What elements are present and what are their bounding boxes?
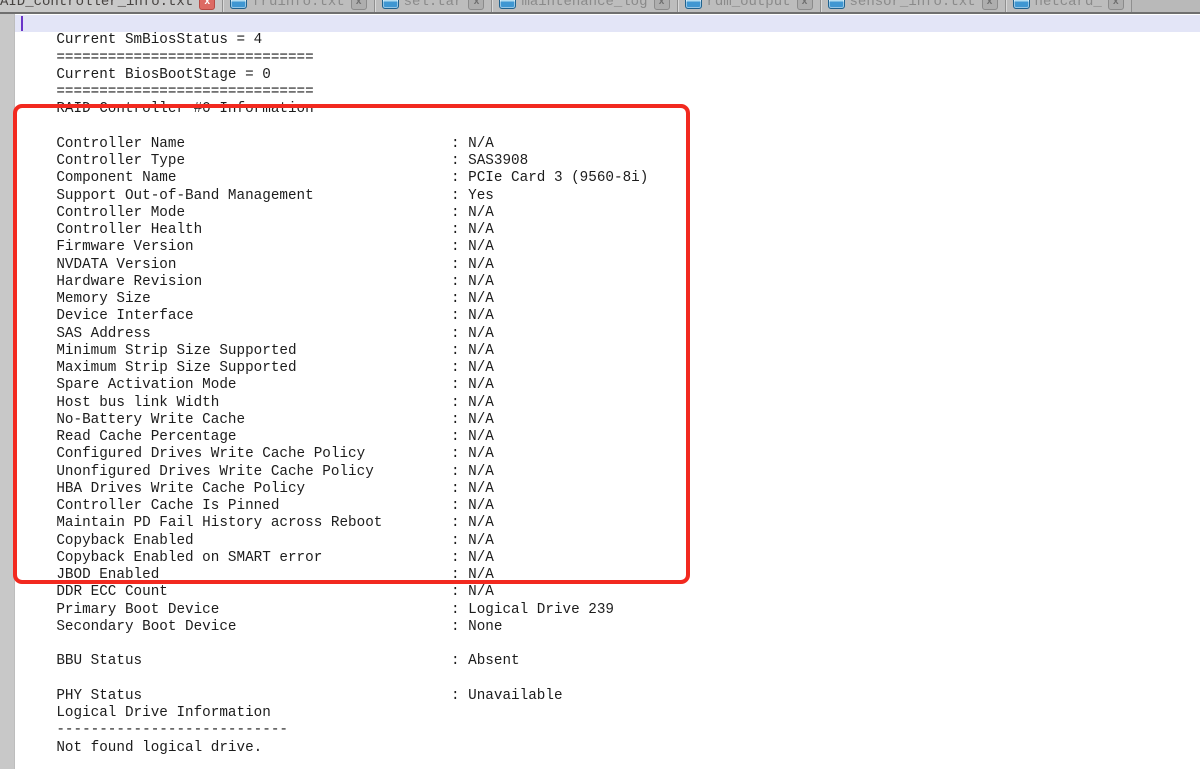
editor-line[interactable]: Read Cache Percentage : N/A xyxy=(15,412,1200,429)
editor-line[interactable]: --------------------------- xyxy=(15,705,1200,722)
editor-line[interactable]: Component Name : PCIe Card 3 (9560-8i) xyxy=(15,153,1200,170)
editor-line[interactable]: Maximum Strip Size Supported : N/A xyxy=(15,343,1200,360)
tab-netcard-[interactable]: netcard_ x xyxy=(1006,0,1132,14)
close-icon: x xyxy=(1113,0,1119,7)
close-icon: x xyxy=(659,0,665,7)
tab-close-button[interactable]: x xyxy=(797,0,813,10)
text-caret xyxy=(21,16,23,31)
editor-line[interactable]: Spare Activation Mode : N/A xyxy=(15,360,1200,377)
editor-line[interactable]: Minimum Strip Size Supported : N/A xyxy=(15,326,1200,343)
tab-close-button[interactable]: x xyxy=(351,0,367,10)
editor-line[interactable]: Copyback Enabled on SMART error : N/A xyxy=(15,533,1200,550)
file-icon xyxy=(499,0,516,9)
editor-line[interactable]: Current SmBiosStatus = 4 xyxy=(15,15,1200,32)
editor-line[interactable]: RAID Controller #0 Information xyxy=(15,84,1200,101)
editor-line[interactable]: Controller Health : N/A xyxy=(15,205,1200,222)
editor-line[interactable]: Current BiosBootStage = 0 xyxy=(15,50,1200,67)
tab-maintenance-log[interactable]: maintenance_log x xyxy=(492,0,677,14)
editor-line[interactable] xyxy=(15,101,1200,118)
tab-rdm-output[interactable]: rdm_output x xyxy=(678,0,821,14)
editor-line[interactable]: JBOD Enabled : N/A xyxy=(15,550,1200,567)
file-icon xyxy=(685,0,702,9)
editor-line[interactable]: Logical Drive Information xyxy=(15,688,1200,705)
tab-label: fruinfo.txt xyxy=(252,0,344,10)
editor-line[interactable]: SAS Address : N/A xyxy=(15,308,1200,325)
editor-line[interactable]: DDR ECC Count : N/A xyxy=(15,567,1200,584)
editor-margin xyxy=(0,14,15,769)
file-icon xyxy=(230,0,247,9)
tab-label: sel.tar xyxy=(404,0,463,10)
editor-line[interactable]: Host bus link Width : N/A xyxy=(15,377,1200,394)
editor-line[interactable]: Controller Mode : N/A xyxy=(15,188,1200,205)
file-icon xyxy=(1013,0,1030,9)
close-icon: x xyxy=(204,0,210,7)
tab-bar-inner: AID_controller_info.txt x fruinfo.txt x … xyxy=(0,0,1200,14)
editor-content[interactable]: Current SmBiosStatus = 4 ===============… xyxy=(15,14,1200,769)
editor-line[interactable] xyxy=(15,619,1200,636)
tab-sel-tar[interactable]: sel.tar x xyxy=(375,0,493,14)
editor-line[interactable]: Device Interface : N/A xyxy=(15,291,1200,308)
tab-label: sensor_info.txt xyxy=(850,0,976,10)
tab-close-button[interactable]: x xyxy=(982,0,998,10)
tab-label: netcard_ xyxy=(1035,0,1102,10)
editor-line[interactable]: Controller Type : SAS3908 xyxy=(15,136,1200,153)
tab-aid-controller-info-txt[interactable]: AID_controller_info.txt x xyxy=(0,0,223,14)
editor-line[interactable]: PHY Status : Unavailable xyxy=(15,671,1200,688)
line-text: Not found logical drive. xyxy=(56,740,262,756)
editor-line[interactable]: Firmware Version : N/A xyxy=(15,222,1200,239)
tab-label: AID_controller_info.txt xyxy=(0,0,193,10)
editor-line[interactable]: Unonfigured Drives Write Cache Policy : … xyxy=(15,446,1200,463)
tab-sensor-info-txt[interactable]: sensor_info.txt x xyxy=(821,0,1006,14)
tab-label: rdm_output xyxy=(707,0,791,10)
file-icon xyxy=(382,0,399,9)
close-icon: x xyxy=(356,0,362,7)
editor-line[interactable]: Support Out-of-Band Management : Yes xyxy=(15,170,1200,187)
editor-line[interactable] xyxy=(15,653,1200,670)
editor[interactable]: Current SmBiosStatus = 4 ===============… xyxy=(0,14,1200,769)
editor-line[interactable]: Controller Name : N/A xyxy=(15,119,1200,136)
editor-line[interactable]: Configured Drives Write Cache Policy : N… xyxy=(15,429,1200,446)
close-icon: x xyxy=(802,0,808,7)
editor-line[interactable]: ============================== xyxy=(15,67,1200,84)
tab-bar-filler xyxy=(1132,0,1200,14)
close-icon: x xyxy=(987,0,993,7)
tab-label: maintenance_log xyxy=(521,0,647,10)
editor-line[interactable]: Maintain PD Fail History across Reboot :… xyxy=(15,498,1200,515)
editor-line[interactable]: ============================== xyxy=(15,32,1200,49)
editor-line[interactable]: No-Battery Write Cache : N/A xyxy=(15,395,1200,412)
tab-close-button[interactable]: x xyxy=(654,0,670,10)
tab-close-button[interactable]: x xyxy=(1108,0,1124,10)
tab-close-button[interactable]: x xyxy=(199,0,215,10)
editor-line[interactable]: Copyback Enabled : N/A xyxy=(15,515,1200,532)
tab-close-button[interactable]: x xyxy=(468,0,484,10)
file-icon xyxy=(828,0,845,9)
editor-line[interactable]: Controller Cache Is Pinned : N/A xyxy=(15,481,1200,498)
editor-line[interactable]: Primary Boot Device : Logical Drive 239 xyxy=(15,584,1200,601)
tab-fruinfo-txt[interactable]: fruinfo.txt x xyxy=(223,0,374,14)
editor-line[interactable]: Hardware Revision : N/A xyxy=(15,257,1200,274)
editor-line[interactable]: Secondary Boot Device : None xyxy=(15,602,1200,619)
editor-line[interactable]: NVDATA Version : N/A xyxy=(15,239,1200,256)
editor-line[interactable]: Not found logical drive. xyxy=(15,722,1200,739)
editor-line[interactable]: HBA Drives Write Cache Policy : N/A xyxy=(15,464,1200,481)
tab-bar: AID_controller_info.txt x fruinfo.txt x … xyxy=(0,0,1200,14)
editor-line[interactable]: BBU Status : Absent xyxy=(15,636,1200,653)
close-icon: x xyxy=(474,0,480,7)
editor-line[interactable]: Memory Size : N/A xyxy=(15,274,1200,291)
